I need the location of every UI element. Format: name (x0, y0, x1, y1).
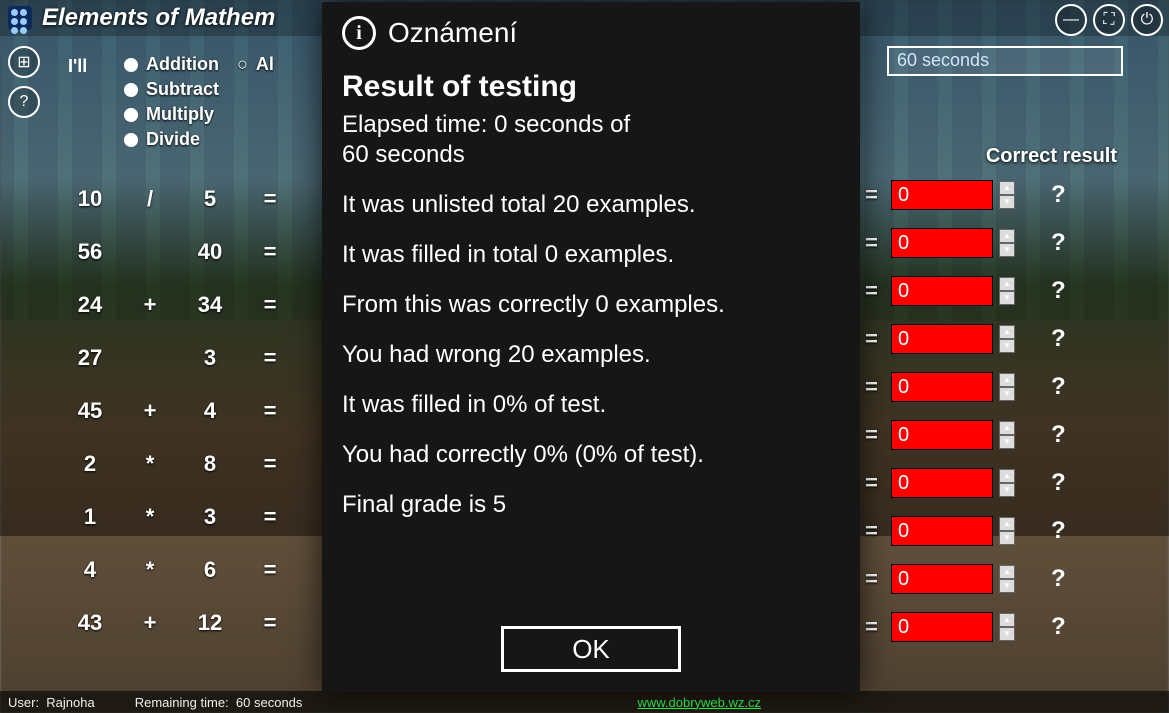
math-row: 273= (60, 345, 320, 371)
correct-result-header: Correct result (986, 145, 1117, 168)
spinner[interactable]: ▲▼ (999, 421, 1015, 449)
result-dialog: i Oznámení Result of testing Elapsed tim… (322, 2, 860, 692)
answer-input[interactable] (891, 180, 993, 210)
spinner[interactable]: ▲▼ (999, 373, 1015, 401)
hint-icon[interactable]: ? (1051, 517, 1066, 545)
dialog-body: Result of testing Elapsed time: 0 second… (342, 68, 840, 520)
result-p4: You had wrong 20 examples. (342, 340, 840, 370)
hint-icon[interactable]: ? (1051, 421, 1066, 449)
hint-icon[interactable]: ? (1051, 229, 1066, 257)
fullscreen-icon[interactable]: ⛶ (1093, 4, 1125, 36)
spinner[interactable]: ▲▼ (999, 613, 1015, 641)
user-label: User: Rajnoha (8, 695, 95, 710)
math-row: 4*6= (60, 557, 320, 583)
hint-icon[interactable]: ? (1051, 373, 1066, 401)
side-buttons: ⊞ ? (8, 46, 40, 118)
answer-row: =▲▼? (865, 468, 1125, 498)
spinner[interactable]: ▲▼ (999, 325, 1015, 353)
answer-input[interactable] (891, 612, 993, 642)
result-p7: Final grade is 5 (342, 490, 840, 520)
answer-input[interactable] (891, 516, 993, 546)
math-expressions: 10/5= 5640= 24+34= 273= 45+4= 2*8= 1*3= … (60, 186, 320, 636)
answer-input[interactable] (891, 228, 993, 258)
result-p1: It was unlisted total 20 examples. (342, 190, 840, 220)
power-icon[interactable]: ⏻ (1131, 4, 1163, 36)
answer-row: =▲▼? (865, 228, 1125, 258)
help-icon[interactable]: ? (8, 86, 40, 118)
math-row: 10/5= (60, 186, 320, 212)
hint-icon[interactable]: ? (1051, 325, 1066, 353)
elapsed-line1: Elapsed time: 0 seconds of (342, 110, 840, 140)
menu-icon[interactable]: ⊞ (8, 46, 40, 78)
math-row: 1*3= (60, 504, 320, 530)
app-icon (8, 6, 32, 30)
operation-options: Addition ○ Al Subtract Multiply Divide (124, 50, 274, 154)
math-row: 43+12= (60, 610, 320, 636)
status-bar: User: Rajnoha Remaining time: 60 seconds… (0, 691, 1169, 713)
website-link[interactable]: www.dobryweb.wz.cz (637, 695, 761, 710)
answer-input[interactable] (891, 468, 993, 498)
answer-input[interactable] (891, 324, 993, 354)
option-addition[interactable]: Addition ○ Al (124, 54, 274, 75)
answer-input[interactable] (891, 372, 993, 402)
answer-input[interactable] (891, 564, 993, 594)
spinner[interactable]: ▲▼ (999, 229, 1015, 257)
answer-row: =▲▼? (865, 372, 1125, 402)
hint-icon[interactable]: ? (1051, 565, 1066, 593)
app-title: Elements of Mathem (42, 4, 275, 32)
hint-icon[interactable]: ? (1051, 277, 1066, 305)
answer-input[interactable] (891, 276, 993, 306)
answer-row: =▲▼? (865, 180, 1125, 210)
answer-row: =▲▼? (865, 324, 1125, 354)
result-p6: You had correctly 0% (0% of test). (342, 440, 840, 470)
math-row: 45+4= (60, 398, 320, 424)
ok-button[interactable]: OK (501, 626, 681, 672)
answer-column: =▲▼? =▲▼? =▲▼? =▲▼? =▲▼? =▲▼? =▲▼? =▲▼? … (865, 180, 1125, 642)
remaining-label: Remaining time: 60 seconds (135, 695, 303, 710)
minimize-icon[interactable]: — (1055, 4, 1087, 36)
hint-icon[interactable]: ? (1051, 613, 1066, 641)
hint-icon[interactable]: ? (1051, 469, 1066, 497)
dialog-title: Oznámení (388, 17, 517, 49)
spinner[interactable]: ▲▼ (999, 565, 1015, 593)
result-heading: Result of testing (342, 68, 840, 106)
answer-input[interactable] (891, 420, 993, 450)
option-divide[interactable]: Divide (124, 129, 274, 150)
ill-label: I'll (68, 56, 87, 77)
spinner[interactable]: ▲▼ (999, 469, 1015, 497)
spinner[interactable]: ▲▼ (999, 181, 1015, 209)
info-icon: i (342, 16, 376, 50)
answer-row: =▲▼? (865, 276, 1125, 306)
spinner[interactable]: ▲▼ (999, 517, 1015, 545)
answer-row: =▲▼? (865, 564, 1125, 594)
option-multiply[interactable]: Multiply (124, 104, 274, 125)
timer-display: 60 seconds (887, 46, 1123, 76)
hint-icon[interactable]: ? (1051, 181, 1066, 209)
answer-row: =▲▼? (865, 420, 1125, 450)
option-subtract[interactable]: Subtract (124, 79, 274, 100)
answer-row: =▲▼? (865, 612, 1125, 642)
result-p5: It was filled in 0% of test. (342, 390, 840, 420)
elapsed-line2: 60 seconds (342, 140, 840, 170)
answer-row: =▲▼? (865, 516, 1125, 546)
result-p2: It was filled in total 0 examples. (342, 240, 840, 270)
math-row: 24+34= (60, 292, 320, 318)
window-controls: — ⛶ ⏻ (1055, 4, 1163, 36)
spinner[interactable]: ▲▼ (999, 277, 1015, 305)
result-p3: From this was correctly 0 examples. (342, 290, 840, 320)
math-row: 2*8= (60, 451, 320, 477)
math-row: 5640= (60, 239, 320, 265)
